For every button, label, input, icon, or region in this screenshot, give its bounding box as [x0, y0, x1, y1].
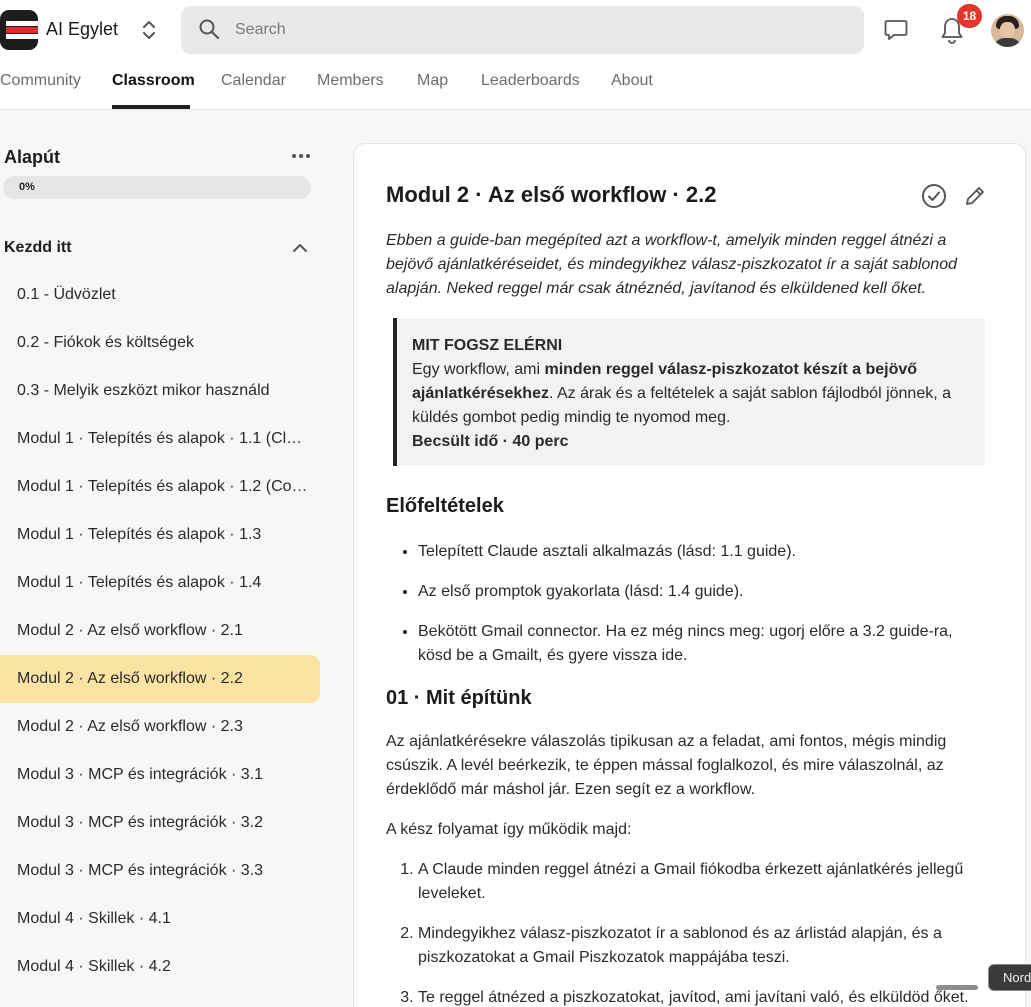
lesson-item[interactable]: 0.2 - Fiókok és költségek: [0, 319, 320, 367]
tab-members[interactable]: Members: [317, 72, 384, 90]
callout-heading: MIT FOGSZ ELÉRNI: [412, 337, 563, 354]
chevron-up-icon[interactable]: [292, 243, 308, 253]
lesson-item[interactable]: 0.1 - Üdvözlet: [0, 271, 320, 319]
list-item: Te reggel átnézed a piszkozatokat, javít…: [418, 986, 988, 1007]
group-name[interactable]: AI Egylet: [46, 19, 118, 40]
lesson-item[interactable]: Modul 1 · Telepítés és alapok · 1.4: [0, 559, 320, 607]
lesson-item[interactable]: Modul 1 · Telepítés és alapok · 1.1 (Cla…: [0, 415, 320, 463]
tab-leaderboards[interactable]: Leaderboards: [481, 72, 580, 90]
lesson-intro: Ebben a guide-ban megépíted azt a workfl…: [386, 232, 957, 297]
lesson-item[interactable]: Modul 1 · Telepítés és alapok · 1.3: [0, 511, 320, 559]
tab-calendar[interactable]: Calendar: [221, 72, 286, 90]
lesson-item[interactable]: Modul 1 · Telepítés és alapok · 1.2 (Cod…: [0, 463, 320, 511]
lesson-item[interactable]: Modul 3 · MCP és integrációk · 3.2: [0, 799, 320, 847]
lesson-item-active[interactable]: Modul 2 · Az első workflow · 2.2: [0, 655, 320, 703]
course-title: Alapút: [4, 147, 60, 167]
tab-map[interactable]: Map: [417, 72, 448, 90]
chevron-up-down-icon[interactable]: [140, 18, 158, 42]
list-item: Telepített Claude asztali alkalmazás (lá…: [418, 540, 988, 564]
top-bar: AI Egylet 18 Community Classroom Calenda…: [0, 0, 1031, 110]
list-item: Mindegyikhez válasz-piszkozatot ír a sab…: [418, 922, 988, 970]
list-item: Az első promptok gyakorlata (lásd: 1.4 g…: [418, 580, 988, 604]
lesson-item[interactable]: Modul 3 · MCP és integrációk · 3.3: [0, 847, 320, 895]
lesson-title: Modul 2 · Az első workflow · 2.2: [386, 182, 717, 207]
prereq-heading: Előfeltételek: [386, 495, 504, 517]
tab-classroom[interactable]: Classroom: [112, 72, 195, 90]
pencil-icon[interactable]: [963, 184, 987, 208]
avatar[interactable]: [991, 14, 1024, 47]
callout-estimate: Becsült idő · 40 perc: [412, 433, 569, 450]
active-tab-indicator: [112, 105, 190, 109]
prereq-list: Telepített Claude asztali alkalmazás (lá…: [386, 540, 988, 668]
tab-community[interactable]: Community: [0, 72, 81, 90]
scroll-handle[interactable]: [936, 985, 978, 990]
steps-list: A Claude minden reggel átnézi a Gmail fi…: [386, 858, 988, 1007]
search-icon: [199, 19, 220, 40]
lesson-list: 0.1 - Üdvözlet 0.2 - Fiókok és költségek…: [0, 271, 340, 991]
group-logo[interactable]: [0, 10, 38, 50]
notification-badge: 18: [957, 4, 982, 28]
section-01-paragraph: Az ajánlatkérésekre válaszolás tipikusan…: [386, 733, 947, 798]
lesson-item[interactable]: Modul 3 · MCP és integrációk · 3.1: [0, 751, 320, 799]
flow-intro: A kész folyamat így működik majd:: [386, 821, 632, 838]
lesson-panel: Modul 2 · Az első workflow · 2.2 Ebben a…: [353, 143, 1026, 1007]
more-options-icon[interactable]: [291, 153, 311, 159]
search-input[interactable]: [235, 6, 835, 54]
callout-text: Egy workflow, ami minden reggel válasz-p…: [412, 361, 952, 426]
lesson-item[interactable]: Modul 2 · Az első workflow · 2.3: [0, 703, 320, 751]
search-bar: [181, 6, 864, 54]
course-progress-bar: 0%: [3, 176, 311, 199]
lesson-content: Ebben a guide-ban megépíted azt a workfl…: [386, 229, 988, 1007]
chat-icon[interactable]: [883, 17, 909, 43]
list-item: Bekötött Gmail connector. Ha ez még ninc…: [418, 620, 988, 668]
lesson-item[interactable]: Modul 2 · Az első workflow · 2.1: [0, 607, 320, 655]
check-circle-icon[interactable]: [921, 183, 947, 209]
floating-pill[interactable]: Nord: [988, 964, 1031, 991]
list-item: A Claude minden reggel átnézi a Gmail fi…: [418, 858, 988, 906]
lesson-item[interactable]: 0.3 - Melyik eszközt mikor használd: [0, 367, 320, 415]
lesson-item[interactable]: Modul 4 · Skillek · 4.2: [0, 943, 320, 991]
lesson-item[interactable]: Modul 4 · Skillek · 4.1: [0, 895, 320, 943]
tab-about[interactable]: About: [611, 72, 653, 90]
course-sidebar: Alapút 0% Kezdd itt 0.1 - Üdvözlet 0.2 -…: [0, 110, 340, 1007]
progress-label: 0%: [19, 181, 35, 193]
main-nav: Community Classroom Calendar Members Map…: [0, 60, 1031, 110]
goal-callout: MIT FOGSZ ELÉRNI Egy workflow, ami minde…: [393, 318, 985, 466]
section-01-heading: 01 · Mit építünk: [386, 687, 532, 709]
section-title[interactable]: Kezdd itt: [4, 239, 72, 257]
